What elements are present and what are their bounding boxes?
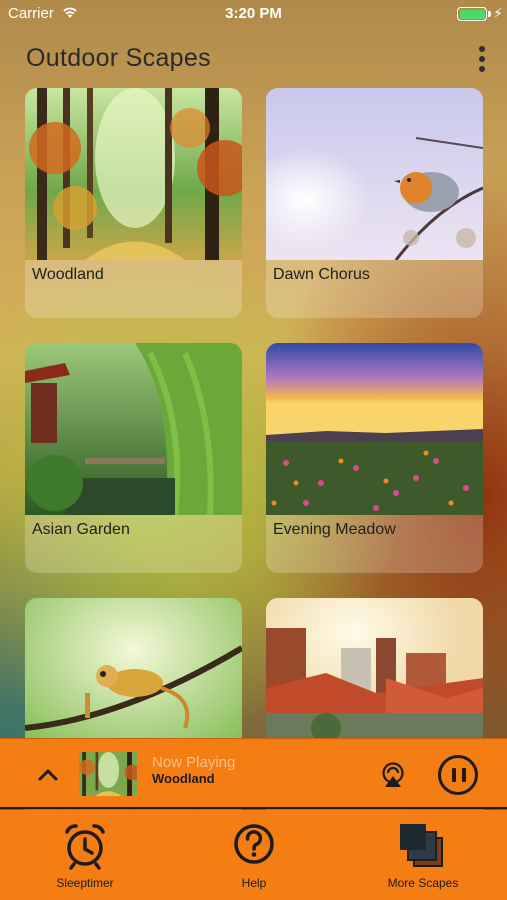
alarm-clock-icon xyxy=(65,824,105,870)
stacked-squares-icon xyxy=(400,824,443,867)
scape-label: Asian Garden xyxy=(32,521,130,538)
pause-button[interactable] xyxy=(438,755,478,795)
evening-meadow-image xyxy=(266,343,483,515)
dawn-chorus-image xyxy=(266,88,483,260)
chevron-up-icon[interactable] xyxy=(37,764,59,786)
scape-card-evening-meadow[interactable]: Evening Meadow xyxy=(266,343,483,573)
woodland-image xyxy=(25,88,242,260)
tab-label: Help xyxy=(241,876,267,890)
scape-card-woodland[interactable]: Woodland xyxy=(25,88,242,318)
tab-help[interactable]: Help xyxy=(209,810,299,900)
asian-garden-image xyxy=(25,343,242,515)
tab-sleeptimer[interactable]: Sleeptimer xyxy=(40,810,130,900)
tab-bar: Sleeptimer Help More Scapes xyxy=(0,810,507,900)
now-playing-thumbnail xyxy=(79,752,137,796)
page-title: Outdoor Scapes xyxy=(26,44,211,72)
scape-label: Dawn Chorus xyxy=(273,266,370,283)
scape-label: Woodland xyxy=(32,266,104,283)
scape-label: Evening Meadow xyxy=(273,521,396,538)
tab-label: More Scapes xyxy=(387,876,459,890)
airplay-icon[interactable] xyxy=(378,761,408,789)
scape-card-dawn-chorus[interactable]: Dawn Chorus xyxy=(266,88,483,318)
now-playing-bar[interactable]: Now Playing Woodland xyxy=(0,738,507,809)
battery-icon xyxy=(457,7,487,21)
status-time: 3:20 PM xyxy=(225,5,282,22)
more-options-icon[interactable] xyxy=(476,46,488,72)
status-bar: Carrier 3:20 PM ⚡ xyxy=(0,0,507,28)
charging-bolt-icon: ⚡ xyxy=(493,5,503,21)
battery-cap xyxy=(488,11,491,17)
tab-label: Sleeptimer xyxy=(56,876,114,890)
now-playing-title: Woodland xyxy=(152,771,215,786)
tab-more-scapes[interactable]: More Scapes xyxy=(377,810,469,900)
now-playing-status: Now Playing xyxy=(152,754,236,771)
scape-card-asian-garden[interactable]: Asian Garden xyxy=(25,343,242,573)
question-circle-icon xyxy=(234,824,274,864)
